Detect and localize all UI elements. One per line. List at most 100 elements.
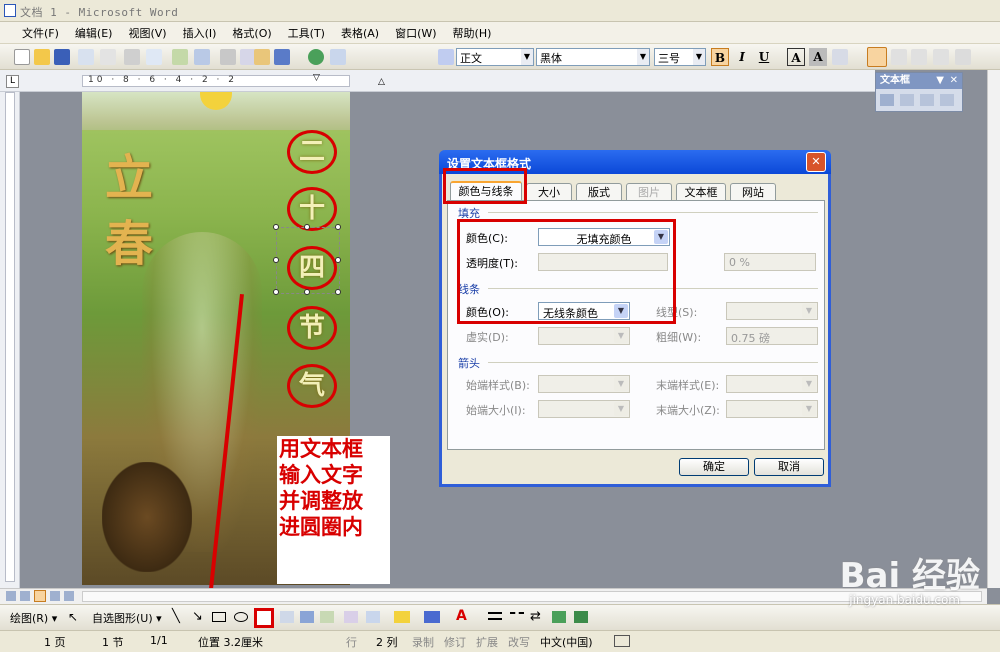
circle-char-5[interactable]: 气 <box>287 364 337 408</box>
insert-picture-icon[interactable] <box>366 611 380 623</box>
draw-menu[interactable]: 绘图(R) ▾ <box>10 610 57 626</box>
next-textbox-icon[interactable] <box>940 94 954 106</box>
prev-textbox-icon[interactable] <box>920 94 934 106</box>
char-scale-icon[interactable] <box>832 49 848 65</box>
textbox-selection[interactable] <box>273 224 341 295</box>
pointer-icon[interactable]: ↖ <box>68 610 80 624</box>
char-shading-button[interactable]: A <box>809 48 827 66</box>
style-select[interactable]: 正文 ▼ <box>456 48 534 66</box>
font-size-select[interactable]: 三号 ▼ <box>654 48 706 66</box>
resize-handle[interactable] <box>335 289 341 295</box>
align-center-icon[interactable] <box>891 49 907 65</box>
hyperlink-icon[interactable] <box>308 49 324 65</box>
shadow-icon[interactable] <box>552 611 566 623</box>
menu-edit[interactable]: 编辑(E) <box>67 25 121 41</box>
resize-handle[interactable] <box>335 257 341 263</box>
save-icon[interactable] <box>54 49 70 65</box>
arrow-tool-icon[interactable]: ↘ <box>192 609 203 624</box>
email-icon[interactable] <box>100 49 116 65</box>
status-track[interactable]: 修订 <box>444 634 466 650</box>
close-icon[interactable]: ✕ <box>806 152 826 172</box>
arrow-style-icon[interactable]: ⇄ <box>530 609 541 624</box>
align-left-icon[interactable] <box>867 47 887 67</box>
spelling-icon[interactable] <box>172 49 188 65</box>
menu-view[interactable]: 视图(V) <box>120 25 174 41</box>
tab-textbox[interactable]: 文本框 <box>676 183 726 201</box>
indent-marker-icon[interactable]: ▽ <box>313 73 320 83</box>
status-overtype[interactable]: 改写 <box>508 634 530 650</box>
menu-window[interactable]: 窗口(W) <box>387 25 444 41</box>
wordart-icon[interactable] <box>300 611 314 623</box>
close-icon[interactable]: ✕ <box>950 73 958 89</box>
menu-help[interactable]: 帮助(H) <box>445 25 500 41</box>
clipart-icon[interactable] <box>344 611 358 623</box>
cancel-button[interactable]: 取消 <box>754 458 824 476</box>
link-textbox-icon[interactable] <box>880 94 894 106</box>
menu-file[interactable]: 文件(F) <box>14 25 67 41</box>
line-style-icon[interactable] <box>488 612 502 620</box>
resize-handle[interactable] <box>273 257 279 263</box>
rectangle-tool-icon[interactable] <box>212 612 226 622</box>
oval-tool-icon[interactable] <box>234 612 248 622</box>
menu-tools[interactable]: 工具(T) <box>280 25 333 41</box>
reading-view-icon[interactable] <box>64 591 74 601</box>
outline-view-icon[interactable] <box>50 591 60 601</box>
vertical-textbox-icon[interactable] <box>280 611 294 623</box>
resize-handle[interactable] <box>273 289 279 295</box>
circle-char-1[interactable]: 二 <box>287 130 337 174</box>
menu-table[interactable]: 表格(A) <box>333 25 387 41</box>
underline-button[interactable]: U <box>755 48 773 66</box>
align-right-icon[interactable] <box>911 49 927 65</box>
ok-button[interactable]: 确定 <box>679 458 749 476</box>
resize-handle[interactable] <box>304 289 310 295</box>
font-color-icon[interactable]: A <box>456 608 467 624</box>
circle-char-4[interactable]: 节 <box>287 306 337 350</box>
bold-button[interactable]: B <box>711 48 729 66</box>
vertical-scrollbar[interactable] <box>987 70 1000 588</box>
undo-icon[interactable] <box>274 49 290 65</box>
spelling-status-icon[interactable] <box>614 635 630 647</box>
normal-view-icon[interactable] <box>6 591 16 601</box>
textbox-tool-icon[interactable] <box>254 608 274 628</box>
font-select[interactable]: 黑体 ▼ <box>536 48 650 66</box>
fill-color-icon[interactable] <box>394 611 410 623</box>
status-extend[interactable]: 扩展 <box>476 634 498 650</box>
resize-handle[interactable] <box>273 224 279 230</box>
resize-handle[interactable] <box>335 224 341 230</box>
right-indent-icon[interactable]: △ <box>378 77 385 87</box>
dash-style-icon[interactable] <box>510 612 524 620</box>
resize-handle[interactable] <box>304 224 310 230</box>
justify-icon[interactable] <box>933 49 949 65</box>
tab-layout[interactable]: 版式 <box>576 183 622 201</box>
status-rec[interactable]: 录制 <box>412 634 434 650</box>
new-document-icon[interactable] <box>14 49 30 65</box>
line-color-icon[interactable] <box>424 611 440 623</box>
cut-icon[interactable] <box>220 49 236 65</box>
table-icon[interactable] <box>330 49 346 65</box>
line-tool-icon[interactable]: ╲ <box>172 609 180 624</box>
menu-insert[interactable]: 插入(I) <box>175 25 225 41</box>
tab-stop-icon[interactable]: L <box>6 75 19 88</box>
break-link-icon[interactable] <box>900 94 914 106</box>
3d-icon[interactable] <box>574 611 588 623</box>
circle-char-2[interactable]: 十 <box>287 187 337 231</box>
italic-button[interactable]: I <box>733 48 751 66</box>
paste-icon[interactable] <box>254 49 270 65</box>
print-view-icon[interactable] <box>34 590 46 602</box>
line-spacing-icon[interactable] <box>955 49 971 65</box>
permission-icon[interactable] <box>78 49 94 65</box>
styles-pane-icon[interactable] <box>438 49 454 65</box>
char-border-button[interactable]: A <box>787 48 805 66</box>
tab-size[interactable]: 大小 <box>526 183 572 201</box>
chevron-down-icon[interactable]: ▼ <box>936 73 944 89</box>
print-icon[interactable] <box>124 49 140 65</box>
tab-web[interactable]: 网站 <box>730 183 776 201</box>
research-icon[interactable] <box>194 49 210 65</box>
note-line-3: 并调整放 <box>279 489 363 513</box>
menu-format[interactable]: 格式(O) <box>224 25 279 41</box>
diagram-icon[interactable] <box>320 611 334 623</box>
print-preview-icon[interactable] <box>146 49 162 65</box>
autoshapes-menu[interactable]: 自选图形(U) ▾ <box>92 610 162 626</box>
open-folder-icon[interactable] <box>34 49 50 65</box>
web-view-icon[interactable] <box>20 591 30 601</box>
